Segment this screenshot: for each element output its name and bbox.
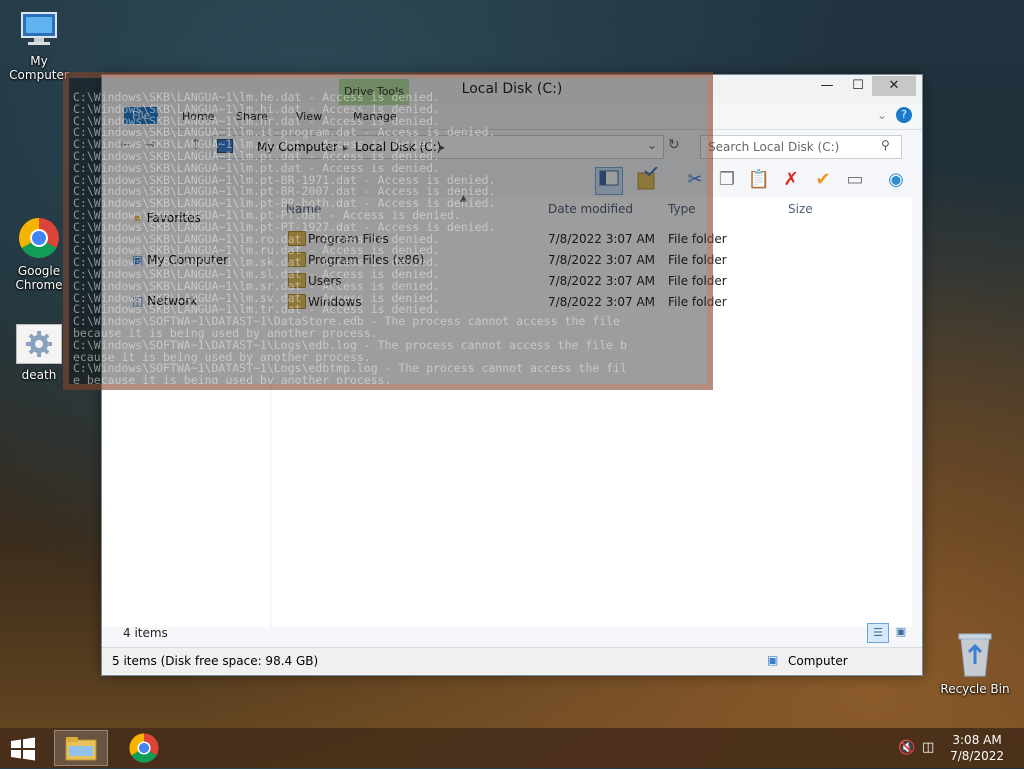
search-placeholder: Search Local Disk (C:) xyxy=(708,140,840,154)
globe-icon[interactable]: ◉ xyxy=(883,167,909,193)
minimize-button[interactable]: — xyxy=(811,76,843,96)
search-input[interactable]: Search Local Disk (C:) ⚲ xyxy=(700,135,902,159)
item-count: 4 items xyxy=(123,626,168,640)
desktop-icon-label: Recycle Bin xyxy=(940,682,1010,696)
help-icon[interactable]: ? xyxy=(896,107,912,123)
recycle-bin-icon xyxy=(955,630,995,678)
delete-icon[interactable]: ✗ xyxy=(778,167,804,193)
taskbar-file-explorer[interactable] xyxy=(54,730,108,766)
desktop-icon-my-computer[interactable]: My Computer xyxy=(0,8,78,82)
desktop-icon-recycle-bin[interactable]: Recycle Bin xyxy=(935,630,1015,696)
chrome-icon xyxy=(17,216,61,260)
column-header-size[interactable]: Size xyxy=(788,202,813,216)
console-line: e because it is being used by another pr… xyxy=(73,373,392,388)
rename-icon[interactable]: ▭ xyxy=(842,167,868,193)
maximize-button[interactable]: ☐ xyxy=(842,76,874,96)
folder-icon xyxy=(65,737,97,761)
volume-muted-icon[interactable]: 🔇 xyxy=(898,740,915,756)
chrome-icon xyxy=(129,733,159,763)
computer-icon: ▣ xyxy=(767,653,779,667)
network-icon[interactable]: ◫ xyxy=(922,740,934,755)
status-disk-space: 5 items (Disk free space: 98.4 GB) xyxy=(112,654,319,668)
search-icon: ⚲ xyxy=(881,138,890,152)
check-icon[interactable]: ✔ xyxy=(810,167,836,193)
status-bar: 5 items (Disk free space: 98.4 GB) ▣ Com… xyxy=(102,647,922,674)
settings-file-icon xyxy=(16,324,62,364)
close-button[interactable]: ✕ xyxy=(872,76,916,96)
copy-icon[interactable]: ❐ xyxy=(714,167,740,193)
taskbar: 🔇 ◫ 3:08 AM 7/8/2022 xyxy=(0,728,1024,768)
computer-icon xyxy=(18,8,60,50)
status-location: Computer xyxy=(788,654,848,668)
system-clock[interactable]: 3:08 AM 7/8/2022 xyxy=(950,732,1004,764)
details-view-icon[interactable]: ☰ xyxy=(867,623,889,643)
ribbon-collapse-icon[interactable]: ⌄ xyxy=(877,108,887,122)
large-icons-view-icon[interactable]: ▣ xyxy=(892,624,910,640)
clock-time: 3:08 AM xyxy=(952,733,1002,747)
start-button[interactable] xyxy=(8,730,42,766)
clock-date: 7/8/2022 xyxy=(950,749,1004,763)
console-window: C:\Windows\SKB\LANGUA~1\lm.he.dat - Acce… xyxy=(63,72,713,390)
taskbar-chrome[interactable] xyxy=(124,730,164,766)
paste-icon[interactable]: 📋 xyxy=(746,167,772,193)
